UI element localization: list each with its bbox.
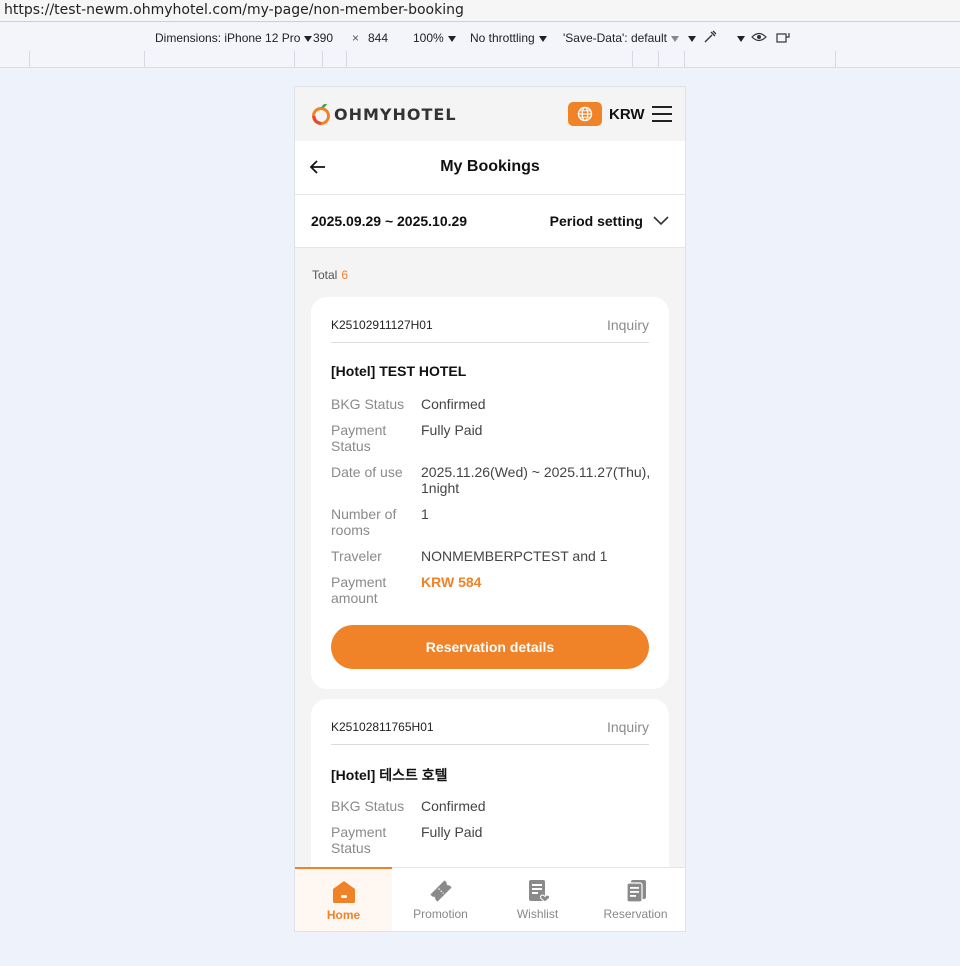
hotel-name: [Hotel] TEST HOTEL: [331, 363, 467, 379]
chevron-down-icon: [653, 216, 669, 226]
height-field[interactable]: 844: [368, 31, 388, 45]
language-button[interactable]: [568, 102, 602, 126]
card-header: K25102811765H01 Inquiry: [331, 699, 649, 745]
booking-card: K25102911127H01 Inquiry [Hotel] TEST HOT…: [311, 297, 669, 689]
device-label: Dimensions: iPhone 12 Pro: [155, 31, 301, 45]
period-bar: 2025.09.29 ~ 2025.10.29 Period setting: [295, 195, 685, 248]
row-value: NONMEMBERPCTEST and 1: [421, 548, 608, 564]
page-title: My Bookings: [440, 158, 540, 175]
save-data-label: 'Save-Data': default: [563, 31, 667, 45]
media-query-ruler: [0, 51, 960, 68]
row-value: Confirmed: [421, 798, 486, 814]
total-count: Total 6: [312, 268, 348, 282]
nav-reservation[interactable]: Reservation: [586, 868, 685, 931]
zoom-label: 100%: [413, 31, 444, 45]
reservation-icon: [623, 878, 649, 904]
caret-down-icon: [304, 35, 313, 42]
rotate-icon[interactable]: [775, 29, 791, 48]
hamburger-menu-icon[interactable]: [652, 105, 672, 123]
nav-wishlist[interactable]: Wishlist: [489, 868, 586, 931]
nav-label: Wishlist: [516, 907, 559, 921]
nav-label: Reservation: [603, 907, 668, 921]
caret-down-icon: [688, 35, 696, 42]
device-toolbar: Dimensions: iPhone 12 Pro 390 × 844 100%…: [0, 23, 960, 52]
row-label: Date of use: [331, 464, 403, 480]
total-number: 6: [341, 268, 349, 282]
inquiry-button[interactable]: Inquiry: [607, 317, 649, 333]
more-caret[interactable]: [684, 31, 696, 45]
hotel-name: [Hotel] 테스트 호텔: [331, 767, 448, 783]
ticket-icon: [428, 878, 454, 904]
row-label: Payment Status: [331, 824, 387, 856]
payment-amount: KRW 584: [421, 574, 482, 590]
home-icon: [331, 879, 357, 905]
row-label: BKG Status: [331, 798, 405, 814]
inquiry-button[interactable]: Inquiry: [607, 719, 649, 735]
total-label: Total: [312, 268, 338, 282]
row-value: 2025.11.26(Wed) ~ 2025.11.27(Thu), 1nigh…: [421, 464, 651, 496]
address-bar[interactable]: https://test-newm.ohmyhotel.com/my-page/…: [0, 0, 960, 22]
logo[interactable]: OHMYHOTEL: [311, 101, 457, 127]
zoom-selector[interactable]: 100%: [413, 31, 456, 45]
nav-promotion[interactable]: Promotion: [392, 868, 489, 931]
device-selector[interactable]: Dimensions: iPhone 12 Pro: [155, 31, 313, 45]
caret-down-icon: [670, 35, 679, 42]
caret-down-icon: [538, 35, 547, 42]
row-label: Traveler: [331, 548, 382, 564]
reservation-details-button[interactable]: Reservation details: [331, 625, 649, 669]
row-value: Fully Paid: [421, 422, 483, 438]
options-caret[interactable]: [733, 31, 745, 45]
nav-label: Home: [326, 908, 361, 922]
throttling-label: No throttling: [470, 31, 535, 45]
bottom-navigation: Home Promotion Wishlist Reservation: [295, 867, 685, 931]
currency-selector[interactable]: KRW: [609, 106, 645, 123]
globe-icon: [577, 106, 593, 122]
card-header: K25102911127H01 Inquiry: [331, 297, 649, 343]
row-value: Confirmed: [421, 396, 486, 412]
period-range: 2025.09.29 ~ 2025.10.29: [311, 213, 468, 229]
caret-down-icon: [447, 35, 456, 42]
wishlist-icon: [525, 878, 551, 904]
logo-text: OHMYHOTEL: [334, 104, 457, 124]
caret-down-icon: [737, 35, 745, 42]
booking-number: K25102811765H01: [331, 720, 434, 734]
throttling-selector[interactable]: No throttling: [470, 31, 547, 45]
row-label: Payment amount: [331, 574, 387, 606]
orange-logo-icon: [311, 102, 331, 126]
top-header: OHMYHOTEL KRW: [295, 87, 685, 141]
mobile-viewport: OHMYHOTEL KRW My Bookings 2025.09.29 ~ 2…: [295, 87, 685, 931]
save-data-selector[interactable]: 'Save-Data': default: [563, 31, 679, 45]
title-bar: My Bookings: [295, 141, 685, 195]
times-sign: ×: [352, 31, 360, 45]
row-label: Number of rooms: [331, 506, 397, 538]
width-field[interactable]: 390: [313, 31, 333, 45]
row-value: Fully Paid: [421, 824, 483, 840]
eyedropper-icon[interactable]: [702, 29, 718, 48]
period-setting-button[interactable]: Period setting: [550, 213, 669, 229]
row-label: BKG Status: [331, 396, 405, 412]
period-setting-label: Period setting: [549, 213, 643, 229]
nav-home[interactable]: Home: [295, 867, 392, 931]
nav-label: Promotion: [413, 907, 468, 921]
eye-icon[interactable]: [751, 30, 767, 47]
booking-number: K25102911127H01: [331, 318, 433, 332]
row-value: 1: [421, 506, 429, 522]
row-label: Payment Status: [331, 422, 387, 454]
